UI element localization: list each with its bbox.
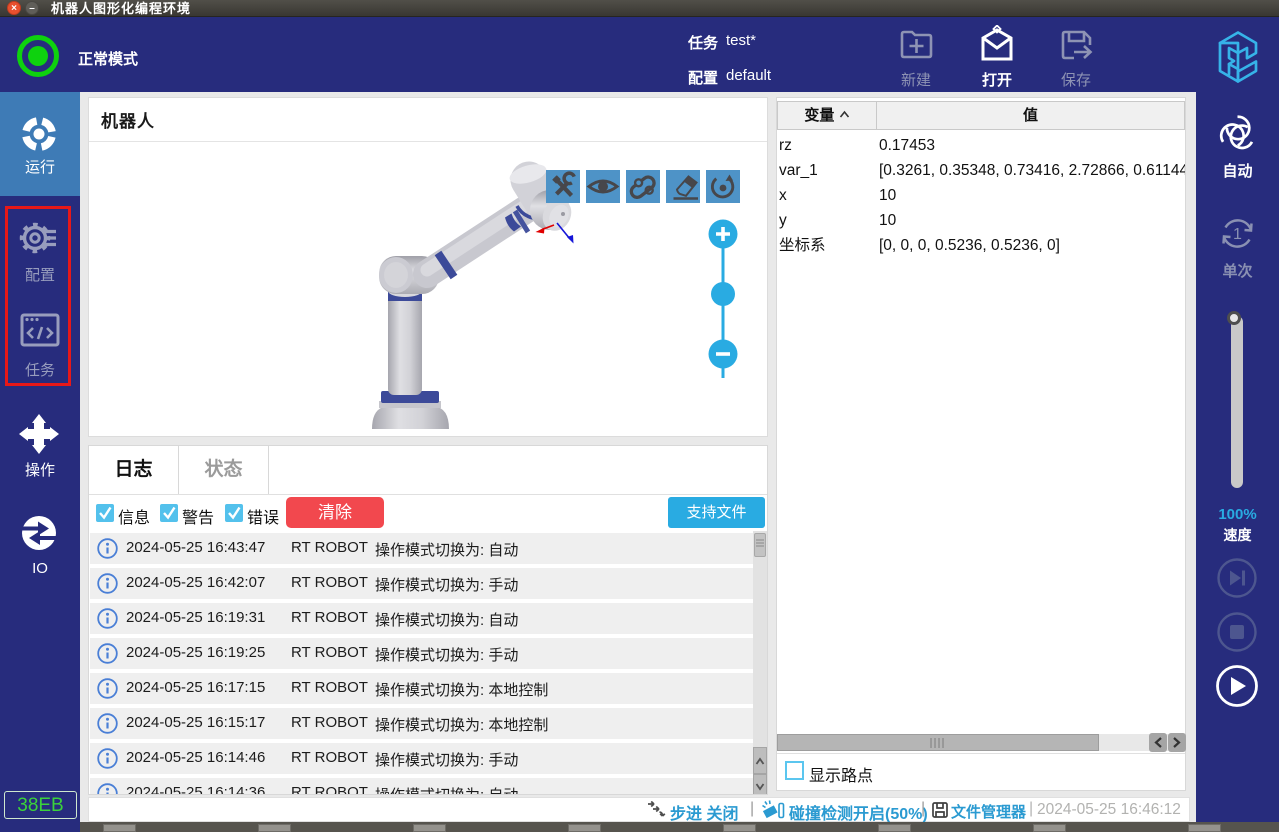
svg-text:1: 1 [1233,226,1242,243]
